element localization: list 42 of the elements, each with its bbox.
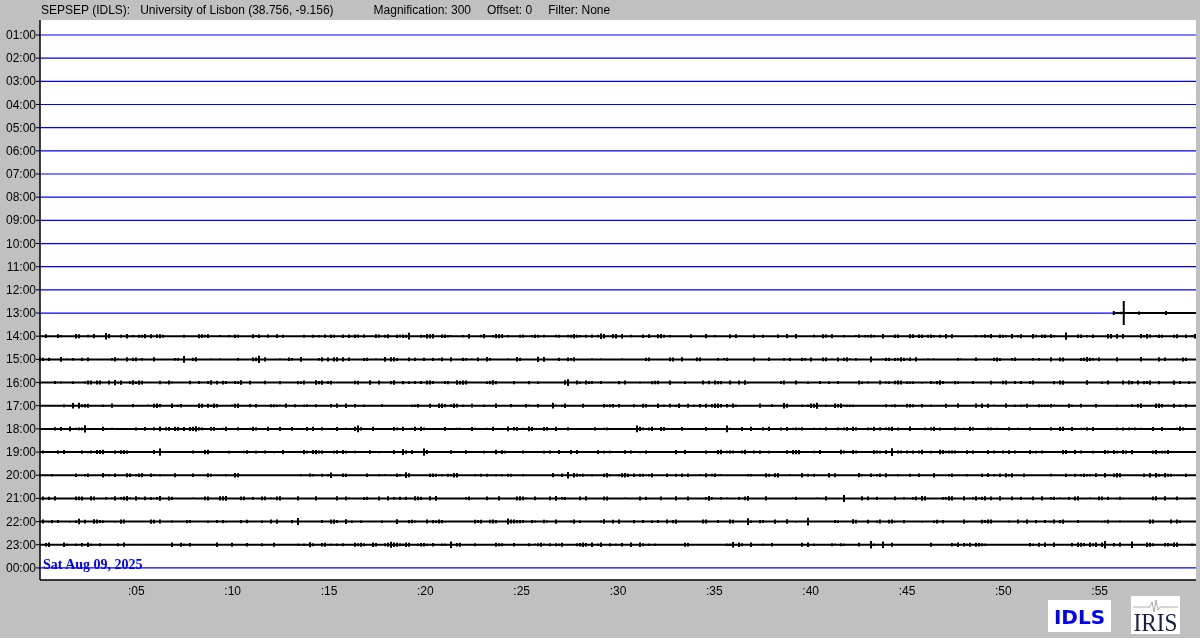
hour-label: 21:00 xyxy=(5,491,36,506)
hour-label: 04:00 xyxy=(5,97,36,112)
hour-label: 03:00 xyxy=(5,74,36,89)
hour-label: 10:00 xyxy=(5,236,36,251)
filter-label: Filter: None xyxy=(548,3,611,17)
hour-label: 12:00 xyxy=(5,282,36,297)
hour-label: 16:00 xyxy=(5,375,36,390)
hour-label: 11:00 xyxy=(6,259,36,274)
hour-label: 01:00 xyxy=(5,28,36,42)
hour-label: 09:00 xyxy=(5,213,36,228)
hour-label: 23:00 xyxy=(5,537,36,552)
minute-label: :55 xyxy=(1091,584,1108,598)
minute-label: :10 xyxy=(224,584,241,598)
minute-label: :50 xyxy=(995,584,1012,598)
hour-label: 18:00 xyxy=(5,421,36,436)
hour-label: 14:00 xyxy=(5,329,36,344)
minute-label: :35 xyxy=(706,584,723,598)
hour-label: 00:00 xyxy=(5,560,36,575)
station-code: SEPSEP (IDLS): xyxy=(41,3,131,17)
hour-label: 02:00 xyxy=(5,51,36,66)
hour-label: 20:00 xyxy=(5,468,36,483)
offset-label: Offset: 0 xyxy=(487,3,533,17)
station-logo: IDLS xyxy=(1048,600,1111,632)
network-logo: IRIS xyxy=(1131,596,1183,637)
hour-label: 06:00 xyxy=(5,143,36,158)
station-location: University of Lisbon (38.756, -9.156) xyxy=(140,3,334,17)
minute-label: :20 xyxy=(417,584,434,598)
hour-label: 13:00 xyxy=(5,306,36,321)
minute-label: :30 xyxy=(609,584,627,598)
hour-label: 22:00 xyxy=(5,514,36,529)
minute-label: :05 xyxy=(128,584,145,598)
minute-label: :25 xyxy=(513,584,530,598)
minute-label: :15 xyxy=(320,584,338,598)
hour-label: 08:00 xyxy=(5,190,36,205)
minute-label: :45 xyxy=(898,584,916,598)
hour-label: 19:00 xyxy=(5,445,36,460)
hour-label: 15:00 xyxy=(5,352,36,367)
hour-label: 17:00 xyxy=(5,398,36,413)
magnification-label: Magnification: 300 xyxy=(373,3,471,17)
minute-label: :40 xyxy=(802,584,819,598)
hour-label: 07:00 xyxy=(5,167,36,181)
hour-label: 05:00 xyxy=(5,120,36,135)
